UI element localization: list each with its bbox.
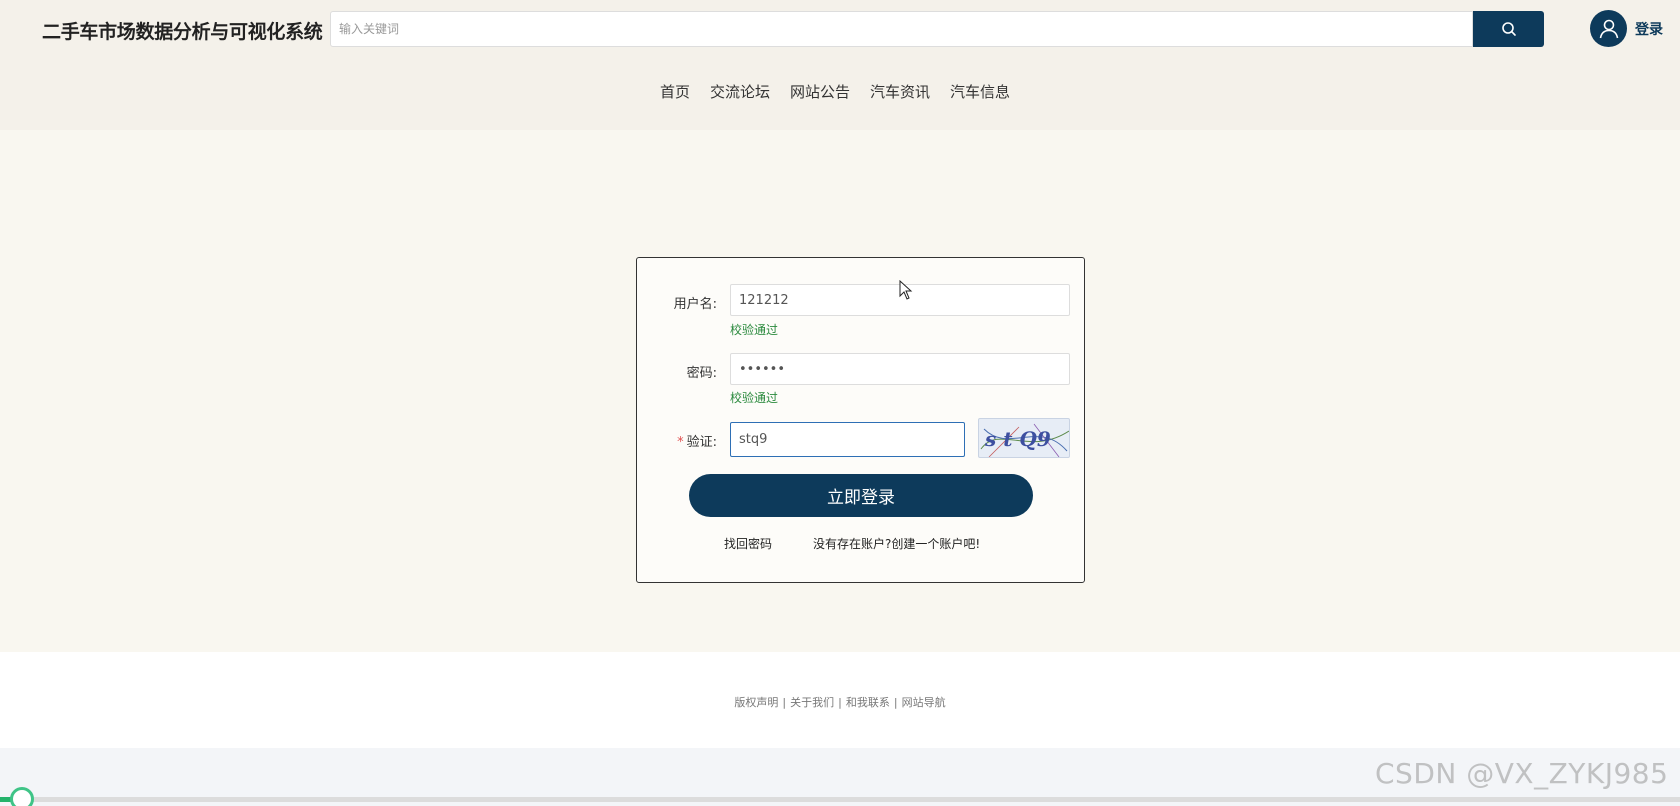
login-form: 用户名: 校验通过 密码: 校验通过 *验证: s t Q9 立即登录 找回密码… xyxy=(636,257,1085,583)
watermark: CSDN @VX_ZYKJ985 xyxy=(1375,757,1669,790)
mouse-cursor-icon xyxy=(899,280,913,300)
captcha-image[interactable]: s t Q9 xyxy=(978,418,1070,458)
main-nav: 首页 交流论坛 网站公告 汽车资讯 汽车信息 xyxy=(0,81,1680,102)
search-icon xyxy=(1501,22,1516,36)
required-mark: * xyxy=(677,435,684,450)
search-input[interactable] xyxy=(330,11,1473,47)
nav-item-car-info[interactable]: 汽车信息 xyxy=(950,81,1010,102)
nav-item-home[interactable]: 首页 xyxy=(660,81,690,102)
forgot-password-link[interactable]: 找回密码 xyxy=(724,535,772,552)
progress-track xyxy=(0,797,1680,802)
footer-link-contact[interactable]: 和我联系 xyxy=(846,696,890,709)
password-label: 密码: xyxy=(686,366,717,381)
captcha-text: s t Q9 xyxy=(984,427,1051,451)
search-button[interactable] xyxy=(1473,11,1544,47)
register-link[interactable]: 没有存在账户?创建一个账户吧! xyxy=(813,535,980,552)
progress-knob[interactable] xyxy=(10,787,34,806)
footer-link-sitemap[interactable]: 网站导航 xyxy=(902,696,946,709)
captcha-field[interactable] xyxy=(730,422,965,457)
password-valid-message: 校验通过 xyxy=(730,391,779,405)
login-submit-button[interactable]: 立即登录 xyxy=(689,474,1033,517)
user-icon xyxy=(1599,19,1618,38)
login-link[interactable]: 登录 xyxy=(1635,19,1663,39)
footer: 版权声明 | 关于我们 | 和我联系 | 网站导航 xyxy=(0,652,1680,748)
username-valid-message: 校验通过 xyxy=(730,323,779,337)
username-label: 用户名: xyxy=(673,297,717,312)
nav-item-car-news[interactable]: 汽车资讯 xyxy=(870,81,930,102)
avatar[interactable] xyxy=(1590,10,1627,47)
header: 二手车市场数据分析与可视化系统 登录 首页 交流论坛 网站公告 汽车资讯 汽车信… xyxy=(0,0,1680,130)
nav-item-announcements[interactable]: 网站公告 xyxy=(790,81,850,102)
nav-item-forum[interactable]: 交流论坛 xyxy=(710,81,770,102)
footer-link-about[interactable]: 关于我们 xyxy=(790,696,834,709)
site-title: 二手车市场数据分析与可视化系统 xyxy=(42,21,323,43)
password-field[interactable] xyxy=(730,353,1070,385)
footer-link-copyright[interactable]: 版权声明 xyxy=(734,696,778,709)
captcha-label: * 验证: xyxy=(677,435,717,450)
footer-links: 版权声明 | 关于我们 | 和我联系 | 网站导航 xyxy=(734,696,946,709)
